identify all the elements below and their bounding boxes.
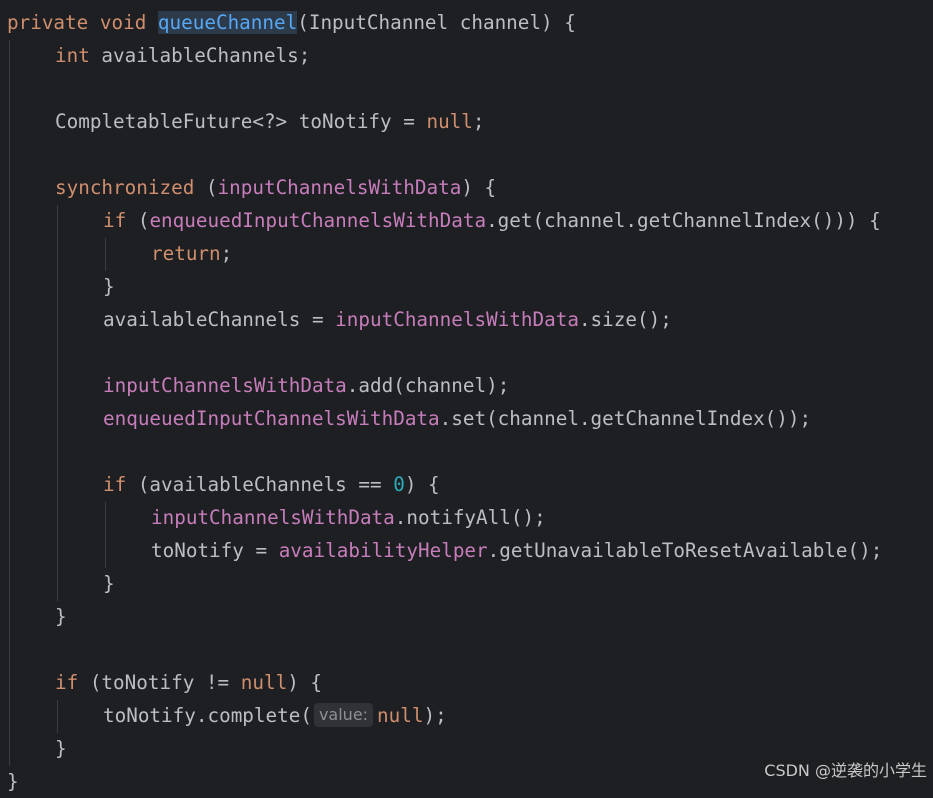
indent-guide: [105, 238, 106, 271]
number-token: 0: [393, 473, 405, 496]
code-token: ;: [472, 110, 485, 133]
code-line[interactable]: }: [7, 765, 19, 798]
code-token: availableChannels;: [89, 44, 311, 67]
code-line[interactable]: inputChannelsWithData.add(channel);: [103, 369, 509, 402]
field-token: inputChannelsWithData: [335, 308, 579, 331]
field-token: enqueuedInputChannelsWithData: [149, 209, 487, 232]
field-token: inputChannelsWithData: [151, 506, 395, 529]
code-token: ) {: [404, 473, 440, 496]
code-token: ) {: [461, 176, 497, 199]
indent-guide: [9, 40, 10, 766]
code-token: (toNotify !=: [78, 671, 241, 694]
code-line[interactable]: }: [55, 732, 67, 765]
code-line[interactable]: private void queueChannel(InputChannel c…: [7, 6, 576, 39]
code-line[interactable]: }: [55, 600, 67, 633]
brace-token: }: [103, 275, 115, 298]
code-line[interactable]: availableChannels = inputChannelsWithDat…: [103, 303, 672, 336]
indent-guide: [57, 205, 58, 601]
code-token: (: [126, 209, 150, 232]
method-name-token[interactable]: queueChannel: [157, 11, 298, 34]
brace-token: }: [55, 737, 67, 760]
code-line[interactable]: if (toNotify != null) {: [55, 666, 322, 699]
keyword-token: if: [103, 209, 127, 232]
keyword-token: null: [240, 671, 288, 694]
indent-guide: [105, 502, 106, 568]
code-token: toNotify =: [151, 539, 279, 562]
code-token: (availableChannels ==: [126, 473, 394, 496]
code-line[interactable]: synchronized (inputChannelsWithData) {: [55, 171, 496, 204]
code-token: .set(channel.getChannelIndex());: [439, 407, 812, 430]
code-token: .add(channel);: [346, 374, 510, 397]
code-token: .get(channel.getChannelIndex())) {: [486, 209, 881, 232]
keyword-token: return: [151, 242, 221, 265]
code-line[interactable]: inputChannelsWithData.notifyAll();: [151, 501, 546, 534]
code-line[interactable]: toNotify = availabilityHelper.getUnavail…: [151, 534, 882, 567]
watermark: CSDN @逆袭的小学生: [764, 761, 927, 780]
code-token: .getUnavailableToResetAvailable();: [487, 539, 883, 562]
code-line[interactable]: enqueuedInputChannelsWithData.set(channe…: [103, 402, 811, 435]
code-line[interactable]: CompletableFuture<?> toNotify = null;: [55, 105, 485, 138]
indent-guide: [57, 700, 58, 733]
keyword-token: void: [99, 11, 147, 34]
keyword-token: null: [377, 704, 424, 727]
brace-token: }: [7, 770, 19, 793]
code-line[interactable]: if (availableChannels == 0) {: [103, 468, 440, 501]
code-editor[interactable]: private void queueChannel(InputChannel c…: [0, 0, 933, 793]
brace-token: }: [103, 572, 115, 595]
code-line[interactable]: toNotify.complete(value: null);: [103, 699, 447, 732]
code-token: (: [194, 176, 218, 199]
field-token: inputChannelsWithData: [217, 176, 462, 199]
keyword-token: private: [7, 11, 89, 34]
code-token: availableChannels =: [103, 308, 336, 331]
code-line[interactable]: }: [103, 270, 115, 303]
keyword-token: int: [55, 44, 90, 67]
field-token: availabilityHelper: [278, 539, 488, 562]
keyword-token: if: [55, 671, 79, 694]
keyword-token: synchronized: [55, 176, 195, 199]
code-token: CompletableFuture<?> toNotify =: [55, 110, 427, 133]
keyword-token: if: [103, 473, 127, 496]
keyword-token: null: [426, 110, 473, 133]
code-token: (InputChannel channel) {: [297, 11, 576, 34]
code-token: toNotify.complete(: [103, 704, 312, 727]
code-line[interactable]: int availableChannels;: [55, 39, 310, 72]
code-token: );: [423, 704, 447, 727]
field-token: enqueuedInputChannelsWithData: [103, 407, 440, 430]
code-token: .size();: [578, 308, 672, 331]
field-token: inputChannelsWithData: [103, 374, 347, 397]
code-token: ) {: [287, 671, 323, 694]
code-token: ;: [220, 242, 233, 265]
code-line[interactable]: return;: [151, 237, 232, 270]
code-line[interactable]: if (enqueuedInputChannelsWithData.get(ch…: [103, 204, 881, 237]
code-line[interactable]: }: [103, 567, 115, 600]
brace-token: }: [55, 605, 67, 628]
code-token: .notifyAll();: [394, 506, 546, 529]
parameter-hint: value:: [313, 703, 374, 727]
